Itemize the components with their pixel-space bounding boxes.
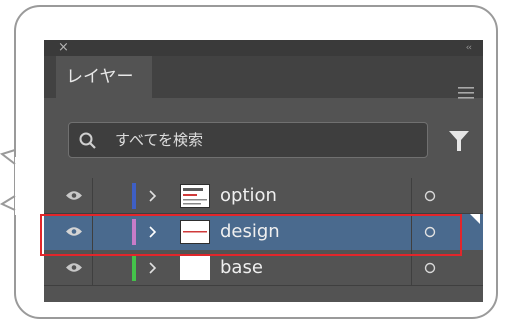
filter-funnel-icon[interactable] — [449, 131, 469, 151]
collapse-icon[interactable]: ‹‹ — [466, 40, 472, 56]
layer-name: base — [220, 257, 263, 278]
layer-thumbnail — [180, 256, 210, 280]
layer-color-bar — [132, 183, 136, 209]
chevron-right-icon[interactable] — [149, 226, 157, 238]
tab-layers[interactable]: レイヤー — [56, 56, 152, 98]
target-circle-icon[interactable] — [424, 190, 436, 202]
row-separator — [44, 285, 483, 286]
layer-color-bar — [132, 219, 136, 245]
layer-row-option[interactable]: option — [44, 178, 483, 214]
layer-row-base[interactable]: base — [44, 250, 483, 286]
column-divider — [92, 178, 93, 214]
column-divider — [411, 178, 412, 214]
layer-row-design[interactable]: design — [44, 214, 483, 250]
search-field[interactable] — [68, 122, 428, 158]
target-circle-icon[interactable] — [424, 226, 436, 238]
search-icon — [79, 132, 96, 149]
column-divider — [92, 250, 93, 286]
layer-name: design — [220, 221, 280, 242]
search-input[interactable] — [115, 123, 415, 157]
layer-thumbnail — [180, 220, 210, 244]
column-divider — [411, 250, 412, 286]
bubble-tail — [0, 149, 16, 211]
hamburger-menu-icon[interactable] — [458, 87, 474, 99]
chevron-right-icon[interactable] — [149, 262, 157, 274]
column-divider — [92, 214, 93, 250]
layer-name: option — [220, 185, 277, 206]
chevron-right-icon[interactable] — [149, 190, 157, 202]
selection-indicator-icon — [470, 214, 480, 224]
layer-color-bar — [132, 255, 136, 281]
panel-title-bar: × ‹‹ — [44, 40, 483, 56]
eye-icon[interactable] — [66, 262, 82, 273]
eye-icon[interactable] — [66, 226, 82, 237]
column-divider — [411, 214, 412, 250]
target-circle-icon[interactable] — [424, 262, 436, 274]
layers-panel: × ‹‹ レイヤー すべてを検索 option design base — [44, 40, 483, 302]
close-icon[interactable]: × — [58, 40, 69, 56]
layer-thumbnail — [180, 184, 210, 208]
eye-icon[interactable] — [66, 190, 82, 201]
